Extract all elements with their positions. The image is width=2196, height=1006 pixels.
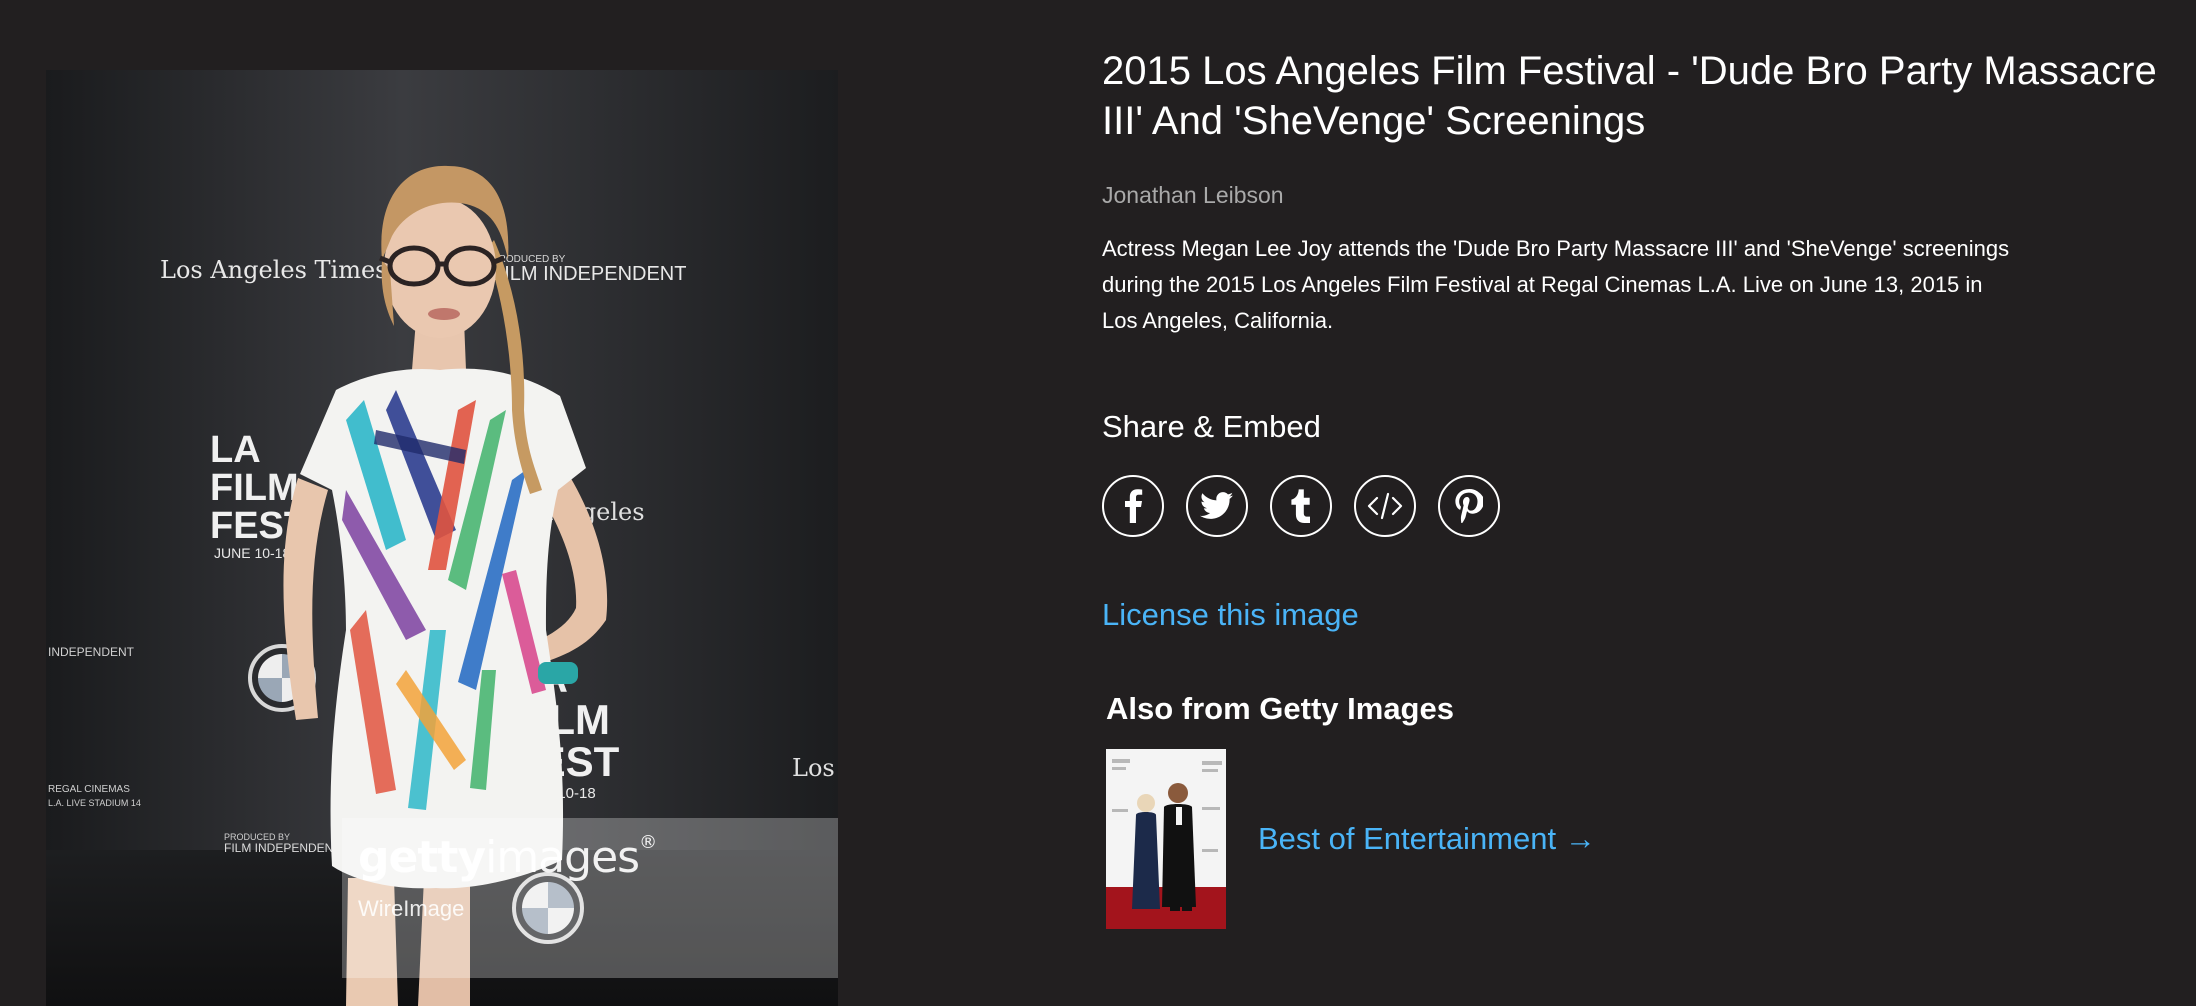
share-heading: Share & Embed [1102,409,1321,444]
license-image-link[interactable]: License this image [1102,597,1359,633]
twitter-icon [1200,492,1234,519]
watermark-brand: gettyimages® [358,832,657,883]
watermark-brand-regular: images [485,832,640,883]
backdrop-regal: REGAL CINEMAS [48,784,130,795]
watermark-brand-bold: getty [358,832,486,883]
backdrop-independent-small: INDEPENDENT [48,645,135,659]
backdrop-lat-logo: Los Angeles Times [160,256,387,284]
pinterest-icon [1455,489,1483,523]
image-title: 2015 Los Angeles Film Festival - 'Dude B… [1102,49,2157,143]
watermark-registered: ® [639,832,657,853]
backdrop-la-1: LA [210,429,261,471]
tumblr-icon [1291,489,1310,523]
facebook-share-button[interactable] [1102,475,1164,537]
backdrop-dates-1: JUNE 10-18 [214,545,290,561]
image-info: 2015 Los Angeles Film Festival - 'Dude B… [1102,46,2172,929]
backdrop-los: Los [792,754,835,782]
share-buttons [1102,475,2172,537]
backdrop-stadium: L.A. LIVE STADIUM 14 [48,798,141,808]
image-caption: Actress Megan Lee Joy attends the 'Dude … [1102,236,2010,333]
best-of-entertainment-link[interactable]: Best of Entertainment → [1258,821,1596,857]
pinterest-share-button[interactable] [1438,475,1500,537]
code-icon [1367,492,1403,520]
related-collection-card[interactable]: Best of Entertainment → [1106,749,2172,929]
tumblr-share-button[interactable] [1270,475,1332,537]
backdrop-film-1: FILM [210,467,299,509]
photographer-name: Jonathan Leibson [1102,182,1284,208]
watermark-sub: WireImage [358,896,465,921]
facebook-icon [1125,489,1143,523]
backdrop-film-independent: FILM INDEPENDENT [492,263,686,285]
related-thumbnail[interactable] [1106,749,1226,929]
embed-share-button[interactable] [1354,475,1416,537]
getty-watermark: gettyimages® WireImage [342,818,838,978]
twitter-share-button[interactable] [1186,475,1248,537]
embed-page: Los Angeles Times PRODUCED BY FILM INDEP… [0,0,2196,1006]
backdrop-film-independent-2: FILM INDEPENDENT [224,841,341,855]
main-photo[interactable]: Los Angeles Times PRODUCED BY FILM INDEP… [46,70,838,1006]
also-from-heading: Also from Getty Images [1106,691,1454,726]
related-thumbnail-image [1106,749,1226,929]
